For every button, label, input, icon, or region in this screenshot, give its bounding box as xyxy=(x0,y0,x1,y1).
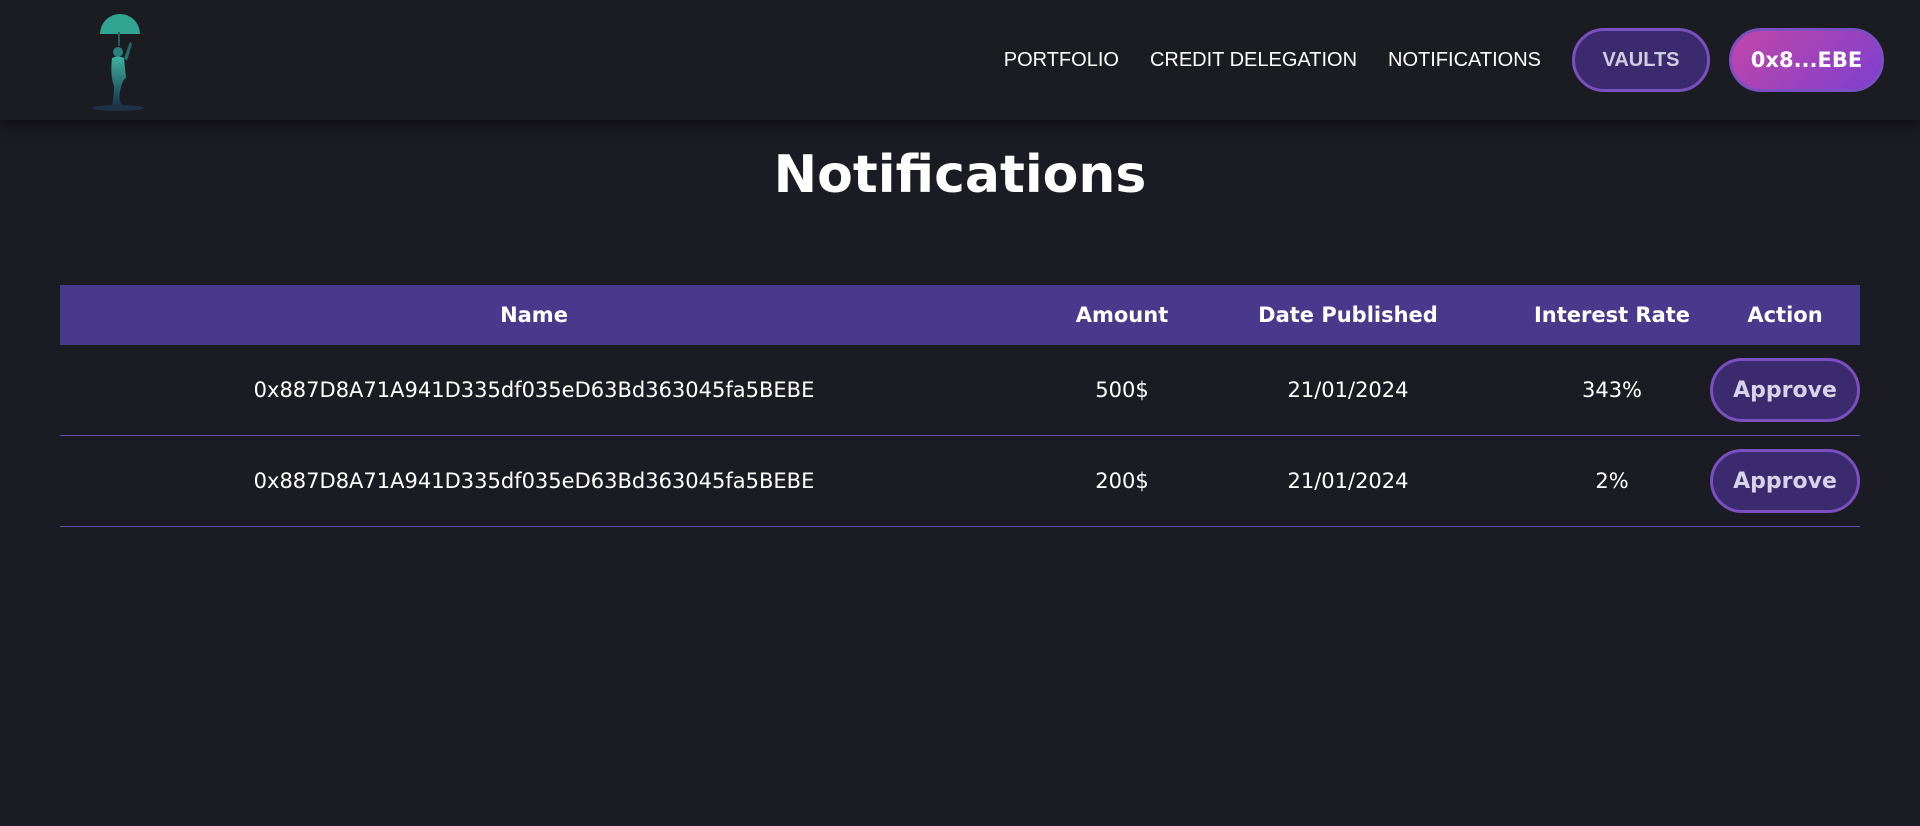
vaults-button[interactable]: VAULTS xyxy=(1572,28,1710,92)
nav-portfolio-link[interactable]: PORTFOLIO xyxy=(1004,49,1119,72)
column-header-date-published: Date Published xyxy=(1258,303,1438,327)
row-action: Approve xyxy=(1710,358,1860,422)
column-header-amount: Amount xyxy=(1075,303,1169,327)
row-action: Approve xyxy=(1710,449,1860,513)
row-amount: 500$ xyxy=(1095,378,1149,402)
main-nav: PORTFOLIO CREDIT DELEGATION NOTIFICATION… xyxy=(1004,26,1884,94)
top-navigation-bar: PORTFOLIO CREDIT DELEGATION NOTIFICATION… xyxy=(0,0,1920,120)
column-header-name: Name xyxy=(500,303,568,327)
page-title: Notifications xyxy=(773,145,1147,205)
table-header-row: Name Amount Date Published Interest Rate… xyxy=(60,285,1860,345)
approve-button[interactable]: Approve xyxy=(1710,358,1860,422)
row-date-published: 21/01/2024 xyxy=(1287,378,1409,402)
nav-credit-delegation-link[interactable]: CREDIT DELEGATION xyxy=(1150,49,1357,72)
column-header-action: Action xyxy=(1747,303,1823,327)
umbrella-figure-logo-icon[interactable] xyxy=(84,6,156,114)
row-name: 0x887D8A71A941D335df035eD63Bd363045fa5BE… xyxy=(253,469,815,493)
row-amount: 200$ xyxy=(1095,469,1149,493)
row-date-published: 21/01/2024 xyxy=(1287,469,1409,493)
table-row: 0x887D8A71A941D335df035eD63Bd363045fa5BE… xyxy=(60,345,1860,436)
table-row: 0x887D8A71A941D335df035eD63Bd363045fa5BE… xyxy=(60,436,1860,527)
nav-notifications-link[interactable]: NOTIFICATIONS xyxy=(1388,49,1541,72)
row-name: 0x887D8A71A941D335df035eD63Bd363045fa5BE… xyxy=(253,378,815,402)
wallet-address-button[interactable]: 0x8...EBE xyxy=(1729,28,1884,92)
approve-button[interactable]: Approve xyxy=(1710,449,1860,513)
notifications-table: Name Amount Date Published Interest Rate… xyxy=(60,285,1860,527)
